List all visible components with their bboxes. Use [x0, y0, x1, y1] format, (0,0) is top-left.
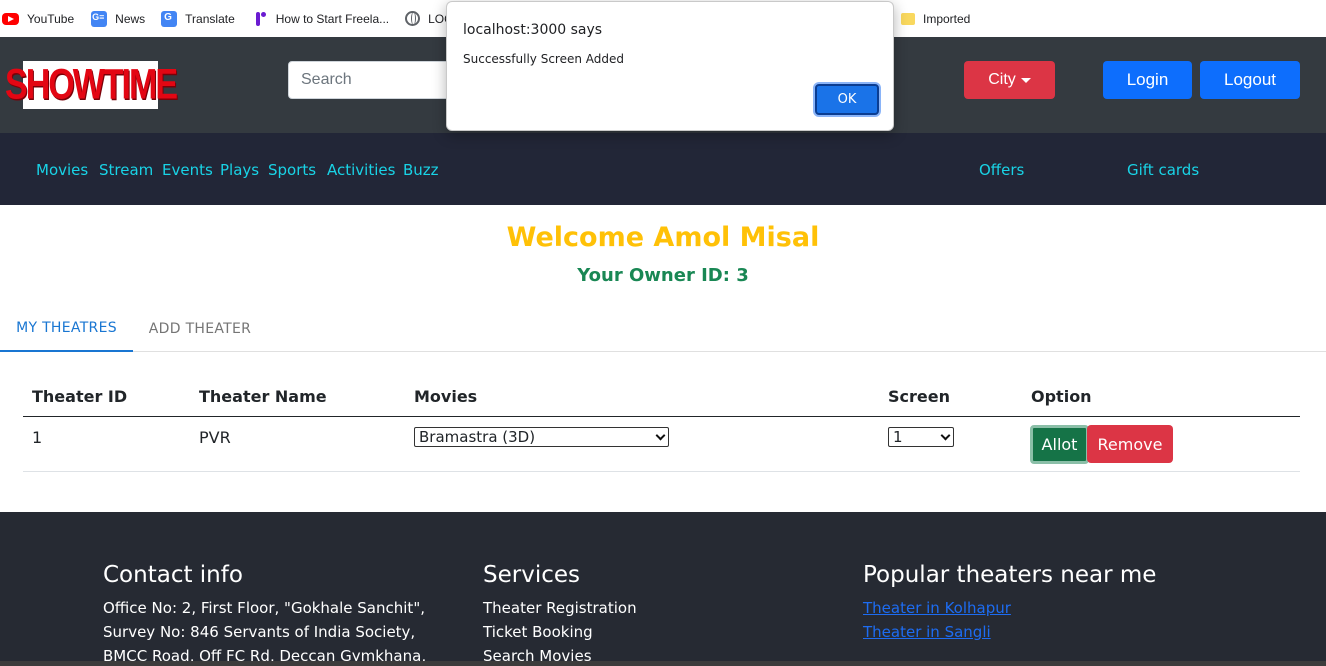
screen-select[interactable]: 1 — [888, 427, 954, 447]
column-header-option: Option — [1031, 387, 1092, 406]
globe-icon — [405, 11, 421, 26]
movies-select-value: Bramastra (3D) — [419, 428, 536, 446]
footer-contact-line: Survey No: 846 Servants of India Society… — [103, 623, 416, 641]
column-header-theater-id: Theater ID — [32, 387, 128, 406]
freelancer-icon — [252, 11, 268, 27]
footer-popular: Popular theaters near me Theater in Kolh… — [863, 562, 1156, 644]
search-input[interactable] — [288, 61, 458, 99]
nav-gift-cards[interactable]: Gift cards — [1127, 161, 1199, 179]
caret-down-icon — [1020, 78, 1031, 83]
nav-events[interactable]: Events — [162, 161, 213, 179]
footer: Contact info Office No: 2, First Floor, … — [0, 512, 1326, 666]
nav-plays[interactable]: Plays — [220, 161, 259, 179]
link-theater-sangli[interactable]: Theater in Sangli — [863, 620, 1156, 644]
window-bottom-edge — [0, 661, 1326, 666]
dialog-message: Successfully Screen Added — [463, 52, 625, 66]
remove-button[interactable]: Remove — [1087, 425, 1173, 463]
theater-tabs: MY THEATRES ADD THEATER — [0, 305, 1326, 352]
nav-stream[interactable]: Stream — [99, 161, 153, 179]
footer-service-item[interactable]: Ticket Booking — [483, 620, 637, 644]
tab-my-theatres[interactable]: MY THEATRES — [0, 305, 133, 352]
nav-movies[interactable]: Movies — [36, 161, 88, 179]
ok-button[interactable]: OK — [815, 84, 879, 115]
chevron-down-icon — [655, 430, 666, 441]
dialog-title: localhost:3000 says — [463, 22, 603, 38]
bookmark-news[interactable]: News — [91, 0, 145, 37]
footer-contact-title: Contact info — [103, 562, 243, 588]
column-header-theater-name: Theater Name — [199, 387, 327, 406]
tab-add-theater[interactable]: ADD THEATER — [133, 305, 267, 352]
screen-select-value: 1 — [893, 428, 903, 446]
link-theater-kolhapur[interactable]: Theater in Kolhapur — [863, 596, 1156, 620]
footer-service-item[interactable]: Theater Registration — [483, 596, 637, 620]
bookmark-label: Translate — [185, 11, 235, 26]
logout-button[interactable]: Logout — [1200, 61, 1300, 99]
bookmark-imported[interactable]: Imported — [901, 0, 970, 37]
table-row-divider — [23, 471, 1300, 472]
showtime-logo[interactable]: SHOWTIME — [5, 61, 178, 109]
footer-contact-line: Office No: 2, First Floor, "Gokhale Sanc… — [103, 599, 425, 617]
alert-dialog: localhost:3000 says Successfully Screen … — [446, 1, 894, 131]
allot-button[interactable]: Allot — [1030, 425, 1089, 464]
bookmark-youtube[interactable]: YouTube — [2, 0, 74, 37]
owner-id-heading: Your Owner ID: 3 — [577, 265, 749, 286]
nav-buzz[interactable]: Buzz — [403, 161, 439, 179]
folder-icon — [901, 12, 915, 25]
footer-services: Services Theater Registration Ticket Boo… — [483, 562, 637, 666]
welcome-heading: Welcome Amol Misal — [506, 222, 820, 253]
cell-theater-name: PVR — [199, 428, 231, 447]
column-header-movies: Movies — [414, 387, 478, 406]
movies-select[interactable]: Bramastra (3D) — [414, 427, 669, 447]
bookmark-label: YouTube — [27, 11, 75, 26]
city-dropdown-button[interactable]: City — [964, 61, 1055, 99]
login-button[interactable]: Login — [1103, 61, 1192, 99]
city-label: City — [988, 71, 1016, 88]
bookmark-translate[interactable]: Translate — [161, 0, 235, 37]
google-translate-icon — [161, 10, 178, 27]
cell-theater-id: 1 — [32, 428, 43, 447]
chevron-down-icon — [940, 430, 951, 441]
logo-text: SHOWTIME — [5, 60, 178, 109]
column-header-screen: Screen — [888, 387, 950, 406]
table-header-divider — [23, 416, 1300, 417]
bookmark-label: Imported — [923, 11, 971, 26]
nav-activities[interactable]: Activities — [327, 161, 395, 179]
category-navbar: Movies Stream Events Plays Sports Activi… — [0, 133, 1326, 205]
footer-services-title: Services — [483, 562, 580, 588]
google-news-icon — [91, 10, 108, 27]
nav-sports[interactable]: Sports — [268, 161, 316, 179]
bookmark-freela[interactable]: How to Start Freela... — [252, 0, 389, 37]
bookmark-label: News — [115, 11, 146, 26]
bookmark-label: How to Start Freela... — [275, 11, 390, 26]
footer-contact: Contact info Office No: 2, First Floor, … — [103, 562, 426, 666]
youtube-icon — [2, 12, 19, 25]
nav-offers[interactable]: Offers — [979, 161, 1024, 179]
footer-popular-title: Popular theaters near me — [863, 562, 1157, 588]
